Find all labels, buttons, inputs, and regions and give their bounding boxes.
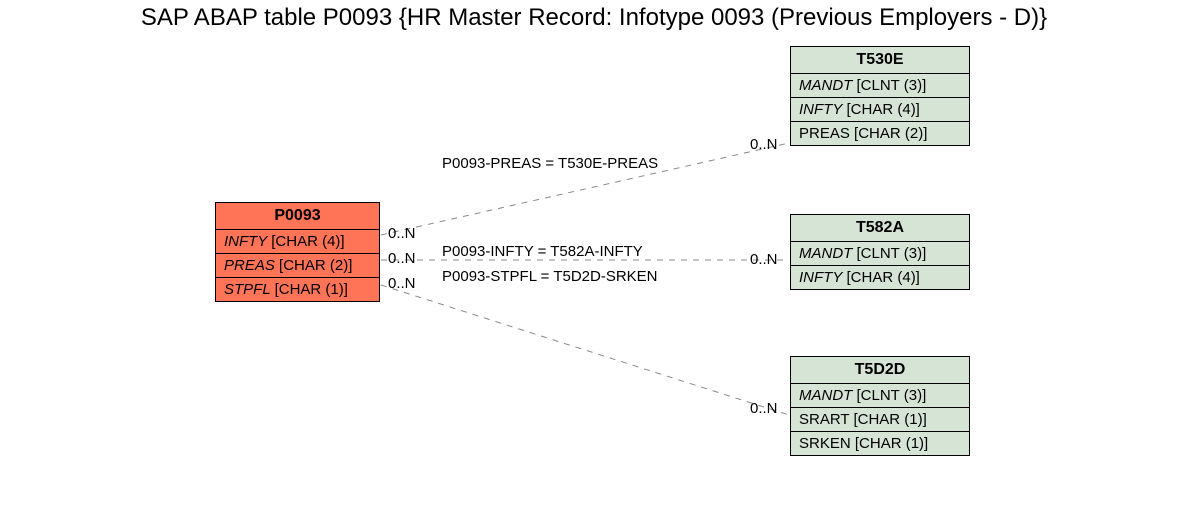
field-name: MANDT xyxy=(799,245,852,262)
field-type: [CHAR (2)] xyxy=(854,125,927,142)
diagram-canvas: SAP ABAP table P0093 {HR Master Record: … xyxy=(0,0,1188,511)
entity-p0093: P0093 INFTY [CHAR (4)] PREAS [CHAR (2)] … xyxy=(215,202,380,302)
card-in-1: 0..N xyxy=(750,251,778,268)
entity-t5d2d-field-2: SRKEN [CHAR (1)] xyxy=(791,432,969,455)
card-out-2: 0..N xyxy=(388,275,416,292)
field-type: [CHAR (4)] xyxy=(847,269,920,286)
entity-p0093-header: P0093 xyxy=(216,203,379,230)
field-type: [CLNT (3)] xyxy=(857,387,927,404)
page-title: SAP ABAP table P0093 {HR Master Record: … xyxy=(0,4,1188,32)
field-name: SRKEN xyxy=(799,435,851,452)
entity-p0093-field-2: STPFL [CHAR (1)] xyxy=(216,278,379,301)
entity-t582a-field-1: INFTY [CHAR (4)] xyxy=(791,266,969,289)
field-name: PREAS xyxy=(224,257,275,274)
edge-label-0: P0093-PREAS = T530E-PREAS xyxy=(442,155,658,172)
entity-t5d2d-field-1: SRART [CHAR (1)] xyxy=(791,408,969,432)
entity-t530e-field-1: INFTY [CHAR (4)] xyxy=(791,98,969,122)
entity-t5d2d: T5D2D MANDT [CLNT (3)] SRART [CHAR (1)] … xyxy=(790,356,970,456)
entity-t582a-header: T582A xyxy=(791,215,969,242)
card-out-1: 0..N xyxy=(388,250,416,267)
card-in-2: 0..N xyxy=(750,400,778,417)
entity-p0093-field-0: INFTY [CHAR (4)] xyxy=(216,230,379,254)
field-type: [CHAR (4)] xyxy=(847,101,920,118)
entity-t530e-header: T530E xyxy=(791,47,969,74)
field-name: STPFL xyxy=(224,281,270,298)
entity-t582a-field-0: MANDT [CLNT (3)] xyxy=(791,242,969,266)
entity-p0093-field-1: PREAS [CHAR (2)] xyxy=(216,254,379,278)
entity-t5d2d-header: T5D2D xyxy=(791,357,969,384)
entity-t530e-field-2: PREAS [CHAR (2)] xyxy=(791,122,969,145)
field-name: SRART xyxy=(799,411,849,428)
field-type: [CHAR (4)] xyxy=(271,233,344,250)
entity-t530e-field-0: MANDT [CLNT (3)] xyxy=(791,74,969,98)
field-name: INFTY xyxy=(799,269,842,286)
field-name: MANDT xyxy=(799,77,852,94)
edge-label-1: P0093-INFTY = T582A-INFTY xyxy=(442,243,643,260)
field-type: [CHAR (1)] xyxy=(853,411,926,428)
field-name: INFTY xyxy=(799,101,842,118)
field-name: INFTY xyxy=(224,233,267,250)
card-in-0: 0..N xyxy=(750,136,778,153)
entity-t5d2d-field-0: MANDT [CLNT (3)] xyxy=(791,384,969,408)
field-name: MANDT xyxy=(799,387,852,404)
field-type: [CLNT (3)] xyxy=(857,245,927,262)
field-type: [CHAR (1)] xyxy=(275,281,348,298)
field-type: [CHAR (2)] xyxy=(279,257,352,274)
entity-t582a: T582A MANDT [CLNT (3)] INFTY [CHAR (4)] xyxy=(790,214,970,290)
field-name: PREAS xyxy=(799,125,850,142)
card-out-0: 0..N xyxy=(388,225,416,242)
entity-t530e: T530E MANDT [CLNT (3)] INFTY [CHAR (4)] … xyxy=(790,46,970,146)
field-type: [CHAR (1)] xyxy=(855,435,928,452)
field-type: [CLNT (3)] xyxy=(857,77,927,94)
edge-label-2: P0093-STPFL = T5D2D-SRKEN xyxy=(442,268,658,285)
